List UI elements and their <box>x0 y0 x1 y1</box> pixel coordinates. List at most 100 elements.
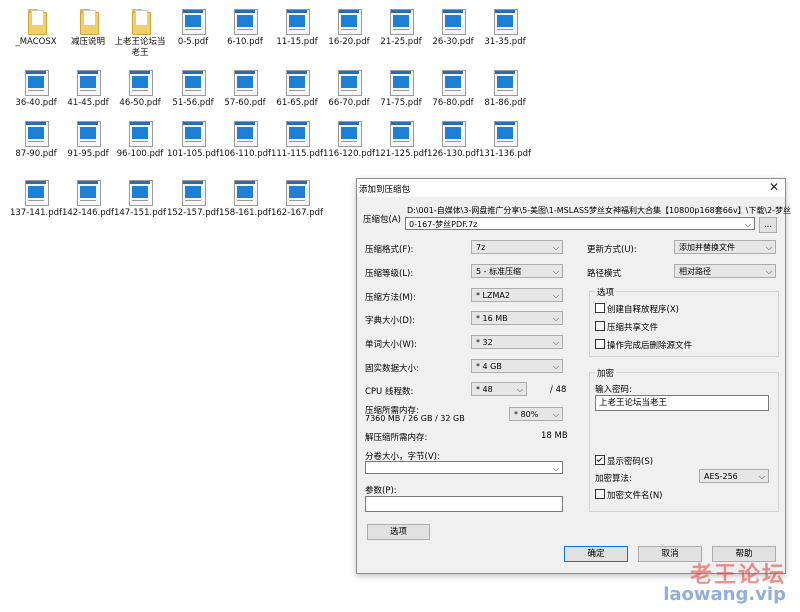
method-value: * LZMA2 <box>476 291 510 300</box>
pdf-file-item[interactable]: 6-10.pdf <box>220 7 270 59</box>
pdf-file-item[interactable]: 111-115.pdf <box>271 119 323 171</box>
pdf-file-item[interactable]: 26-30.pdf <box>428 7 478 59</box>
pdf-file-item[interactable]: 51-56.pdf <box>168 68 218 120</box>
pdf-file-item[interactable]: 152-157.pdf <box>167 178 219 230</box>
pdf-file-item[interactable]: 106-110.pdf <box>219 119 271 171</box>
pdf-file-item[interactable]: 162-167.pdf <box>271 178 323 230</box>
pdf-file-item[interactable]: 101-105.pdf <box>167 119 219 171</box>
pdf-file-item[interactable]: 21-25.pdf <box>376 7 426 59</box>
sfx-checkbox[interactable]: 创建自释放程序(X) <box>595 303 679 315</box>
show-password-checkbox[interactable]: 显示密码(S) <box>595 455 653 467</box>
pdf-file-icon <box>389 68 414 96</box>
encrypt-names-label: 加密文件名(N) <box>607 491 663 501</box>
dict-label: 字典大小(D): <box>365 316 416 326</box>
archive-name-combo[interactable]: 0-167-梦丝PDF.7z ⌵ <box>405 217 755 230</box>
pdf-file-icon <box>337 119 362 147</box>
cpu-select[interactable]: * 48 ⌵ <box>471 382 527 396</box>
update-select[interactable]: 添加并替换文件 ⌵ <box>674 240 776 254</box>
file-label: 51-56.pdf <box>172 98 214 108</box>
file-label: 减压说明 <box>70 37 105 47</box>
dict-select[interactable]: * 16 MB ⌵ <box>471 311 563 325</box>
params-input[interactable] <box>365 496 563 512</box>
folder-item[interactable]: _MACOSX <box>11 7 61 59</box>
file-label: 87-90.pdf <box>15 149 57 159</box>
file-label: 147-151.pdf <box>113 208 166 218</box>
pdf-file-item[interactable]: 131-136.pdf <box>479 119 531 171</box>
pdf-file-item[interactable]: 81-86.pdf <box>480 68 530 120</box>
word-select[interactable]: * 32 ⌵ <box>471 335 563 349</box>
pdf-file-item[interactable]: 57-60.pdf <box>220 68 270 120</box>
close-icon[interactable]: ✕ <box>769 180 779 194</box>
pdf-file-icon <box>181 178 206 206</box>
folder-item[interactable]: 减压说明 <box>63 7 113 59</box>
file-label: 96-100.pdf <box>116 149 164 159</box>
chevron-down-icon: ⌵ <box>552 267 559 276</box>
file-label: 126-130.pdf <box>426 149 479 159</box>
solid-value: * 4 GB <box>476 362 502 371</box>
chevron-down-icon: ⌵ <box>765 243 772 252</box>
pdf-file-item[interactable]: 36-40.pdf <box>11 68 61 120</box>
delete-checkbox[interactable]: 操作完成后删除源文件 <box>595 339 692 351</box>
file-label: 0-5.pdf <box>177 37 209 47</box>
file-label: 81-86.pdf <box>484 98 526 108</box>
pdf-file-item[interactable]: 96-100.pdf <box>115 119 165 171</box>
pdf-file-item[interactable]: 31-35.pdf <box>480 7 530 59</box>
pdf-file-item[interactable]: 126-130.pdf <box>427 119 479 171</box>
pdf-file-icon <box>181 68 206 96</box>
format-select[interactable]: 7z ⌵ <box>471 240 563 254</box>
ok-button[interactable]: 确定 <box>564 546 628 562</box>
encrypt-method-select[interactable]: AES-256 ⌵ <box>699 469 769 483</box>
file-label: 101-105.pdf <box>166 149 219 159</box>
dialog-titlebar: 添加到压缩包 ✕ <box>357 179 785 197</box>
pdf-file-item[interactable]: 71-75.pdf <box>376 68 426 120</box>
archive-path-text: D:\001-自媒体\3-网盘推广分享\5-美图\1-MSLASS梦丝女神福利大… <box>407 206 792 215</box>
browse-button[interactable]: ... <box>759 217 777 233</box>
folder-item[interactable]: 上老王论坛当老王 <box>114 7 166 59</box>
encrypt-names-checkbox[interactable]: 加密文件名(N) <box>595 489 663 501</box>
chevron-down-icon: ⌵ <box>744 220 751 229</box>
pdf-file-item[interactable]: 11-15.pdf <box>272 7 322 59</box>
file-label: 16-20.pdf <box>328 37 370 47</box>
pdf-file-icon <box>441 68 466 96</box>
word-label: 单词大小(W): <box>365 340 417 350</box>
shared-checkbox[interactable]: 压缩共享文件 <box>595 321 658 333</box>
pdf-file-icon <box>285 7 310 35</box>
pdf-file-icon <box>76 178 101 206</box>
pdf-file-item[interactable]: 158-161.pdf <box>219 178 271 230</box>
pdf-file-item[interactable]: 41-45.pdf <box>63 68 113 120</box>
pdf-file-item[interactable]: 87-90.pdf <box>11 119 61 171</box>
path-select[interactable]: 相对路径 ⌵ <box>674 264 776 278</box>
pdf-file-item[interactable]: 46-50.pdf <box>115 68 165 120</box>
archive-label: 压缩包(A) <box>363 215 401 225</box>
method-select[interactable]: * LZMA2 ⌵ <box>471 288 563 302</box>
chevron-down-icon: ⌵ <box>552 464 559 473</box>
pdf-file-icon <box>233 7 258 35</box>
options-button[interactable]: 选项 <box>367 524 430 540</box>
volume-combo[interactable]: ⌵ <box>365 461 563 474</box>
pdf-file-icon <box>493 119 518 147</box>
pdf-file-item[interactable]: 91-95.pdf <box>63 119 113 171</box>
pdf-file-item[interactable]: 76-80.pdf <box>428 68 478 120</box>
pdf-file-icon <box>285 68 310 96</box>
mem-select[interactable]: * 80% ⌵ <box>509 407 563 421</box>
pdf-file-icon <box>76 68 101 96</box>
pdf-file-item[interactable]: 66-70.pdf <box>324 68 374 120</box>
file-label: 158-161.pdf <box>218 208 271 218</box>
pdf-file-icon <box>128 119 153 147</box>
pdf-file-item[interactable]: 147-151.pdf <box>114 178 166 230</box>
pdf-file-icon <box>76 119 101 147</box>
pdf-file-item[interactable]: 142-146.pdf <box>62 178 114 230</box>
pdf-file-item[interactable]: 61-65.pdf <box>272 68 322 120</box>
pdf-file-item[interactable]: 121-125.pdf <box>375 119 427 171</box>
pdf-file-item[interactable]: 116-120.pdf <box>323 119 375 171</box>
pdf-file-item[interactable]: 137-141.pdf <box>10 178 62 230</box>
solid-select[interactable]: * 4 GB ⌵ <box>471 359 563 373</box>
pdf-file-item[interactable]: 16-20.pdf <box>324 7 374 59</box>
pdf-file-icon <box>128 178 153 206</box>
params-label: 参数(P): <box>365 486 397 496</box>
pdf-file-item[interactable]: 0-5.pdf <box>168 7 218 59</box>
level-select[interactable]: 5 - 标准压缩 ⌵ <box>471 264 563 278</box>
pdf-file-icon <box>285 119 310 147</box>
password-input[interactable]: 上老王论坛当老王 <box>595 395 769 411</box>
decomp-value: 18 MB <box>541 431 568 441</box>
